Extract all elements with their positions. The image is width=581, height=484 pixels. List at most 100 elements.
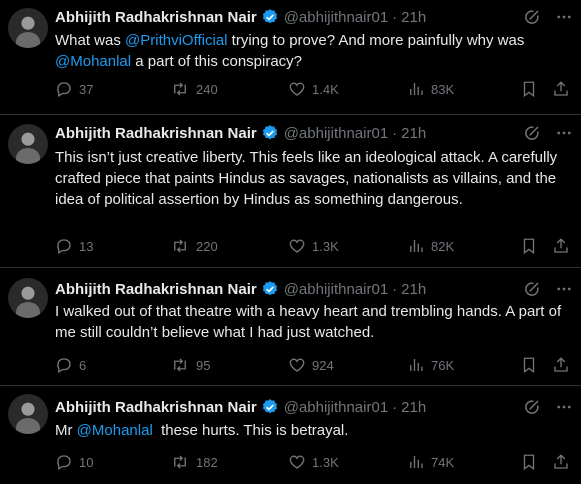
author-handle[interactable]: @abhijithnair01	[284, 125, 388, 142]
repost-count: 182	[196, 454, 218, 470]
timestamp[interactable]: 21h	[401, 281, 426, 298]
reply-button[interactable]: 6	[55, 356, 86, 374]
tweet-header: Abhijith Radhakrishnan Nair @abhijithnai…	[55, 279, 426, 299]
views-button[interactable]: 74K	[407, 453, 454, 471]
reply-count: 10	[79, 454, 94, 470]
avatar[interactable]	[8, 124, 48, 164]
timestamp[interactable]: 21h	[401, 125, 426, 142]
views-button[interactable]: 76K	[407, 356, 454, 374]
avatar[interactable]	[8, 8, 48, 48]
repost-count: 220	[196, 238, 218, 254]
share-icon[interactable]	[552, 356, 570, 374]
tweet-text: This isn’t just creative liberty. This f…	[55, 149, 558, 208]
repost-button[interactable]: 95	[170, 356, 210, 374]
like-button[interactable]: 1.3K	[288, 453, 339, 471]
text-segment: trying to prove? And more painfully why …	[227, 32, 525, 49]
view-count: 74K	[431, 454, 455, 470]
text-segment: a part of this conspiracy?	[131, 53, 303, 70]
timestamp[interactable]: 21h	[401, 9, 426, 26]
avatar[interactable]	[8, 278, 48, 318]
like-count: 1.3K	[312, 238, 339, 254]
heart-icon	[289, 358, 305, 372]
views-button[interactable]: 83K	[407, 80, 454, 98]
text-segment: these hurts. This is betrayal.	[152, 422, 349, 439]
more-icon[interactable]	[555, 124, 573, 142]
action-bar: 6 95 924 76K	[55, 356, 573, 376]
reply-button[interactable]: 13	[55, 237, 93, 255]
repost-icon	[174, 358, 186, 372]
share-icon[interactable]	[552, 453, 570, 471]
bookmark-icon[interactable]	[520, 80, 538, 98]
verified-badge-icon	[262, 281, 277, 296]
verified-badge-icon	[262, 125, 277, 140]
separator-dot: ·	[392, 8, 398, 26]
like-button[interactable]: 1.3K	[288, 237, 339, 255]
grok-icon[interactable]	[523, 124, 541, 142]
tweet-header: Abhijith Radhakrishnan Nair @abhijithnai…	[55, 123, 426, 143]
like-button[interactable]: 1.4K	[288, 80, 339, 98]
reply-button[interactable]: 37	[55, 80, 93, 98]
reply-count: 6	[79, 357, 87, 373]
repost-icon	[174, 455, 186, 469]
author-name[interactable]: Abhijith Radhakrishnan Nair	[55, 281, 257, 298]
reply-count: 13	[79, 238, 94, 254]
more-icon[interactable]	[555, 280, 573, 298]
views-icon	[410, 240, 423, 252]
mention-link[interactable]: @PrithviOfficial	[125, 32, 227, 49]
reply-count: 37	[79, 81, 94, 97]
reply-icon	[57, 82, 71, 97]
views-icon	[410, 83, 423, 95]
text-segment: Mr	[55, 422, 77, 439]
like-count: 924	[312, 357, 334, 373]
tweet[interactable]: Abhijith Radhakrishnan Nair @abhijithnai…	[0, 268, 581, 386]
author-name[interactable]: Abhijith Radhakrishnan Nair	[55, 399, 257, 416]
grok-icon[interactable]	[523, 280, 541, 298]
author-handle[interactable]: @abhijithnair01	[284, 281, 388, 298]
tweet[interactable]: Abhijith Radhakrishnan Nair @abhijithnai…	[0, 386, 581, 484]
share-icon[interactable]	[552, 80, 570, 98]
avatar[interactable]	[8, 394, 48, 434]
action-bar: 37 240 1.4K 83K	[55, 80, 573, 100]
action-bar: 13 220 1.3K 82K	[55, 237, 573, 257]
views-icon	[410, 456, 423, 468]
tweet[interactable]: Abhijith Radhakrishnan Nair @abhijithnai…	[0, 115, 581, 268]
bookmark-icon[interactable]	[520, 356, 538, 374]
bookmark-icon[interactable]	[520, 453, 538, 471]
separator-dot: ·	[392, 124, 398, 142]
heart-icon	[289, 455, 305, 469]
more-icon[interactable]	[555, 8, 573, 26]
author-name[interactable]: Abhijith Radhakrishnan Nair	[55, 9, 257, 26]
author-handle[interactable]: @abhijithnair01	[284, 399, 388, 416]
like-button[interactable]: 924	[288, 356, 334, 374]
more-icon[interactable]	[555, 398, 573, 416]
view-count: 83K	[431, 81, 455, 97]
separator-dot: ·	[392, 398, 398, 416]
author-name[interactable]: Abhijith Radhakrishnan Nair	[55, 125, 257, 142]
author-handle[interactable]: @abhijithnair01	[284, 9, 388, 26]
verified-badge-icon	[262, 399, 277, 414]
tweet[interactable]: Abhijith Radhakrishnan Nair @abhijithnai…	[0, 0, 581, 115]
share-icon[interactable]	[552, 237, 570, 255]
repost-icon	[174, 239, 186, 253]
repost-button[interactable]: 240	[170, 80, 218, 98]
grok-icon[interactable]	[523, 8, 541, 26]
top-actions	[523, 280, 573, 298]
reply-icon	[57, 239, 71, 254]
tweet-text: What was @PrithviOfficial trying to prov…	[55, 30, 571, 72]
grok-icon[interactable]	[523, 398, 541, 416]
reply-button[interactable]: 10	[55, 453, 93, 471]
mention-link[interactable]: @Mohanlal	[77, 422, 153, 439]
repost-count: 95	[196, 357, 211, 373]
repost-icon	[174, 82, 186, 96]
separator-dot: ·	[392, 280, 398, 298]
bookmark-icon[interactable]	[520, 237, 538, 255]
tweet-header: Abhijith Radhakrishnan Nair @abhijithnai…	[55, 7, 426, 27]
mention-link[interactable]: @Mohanlal	[55, 53, 131, 70]
tweet-thread: Abhijith Radhakrishnan Nair @abhijithnai…	[0, 0, 581, 484]
views-button[interactable]: 82K	[407, 237, 454, 255]
like-count: 1.4K	[312, 81, 339, 97]
timestamp[interactable]: 21h	[401, 399, 426, 416]
action-bar: 10 182 1.3K 74K	[55, 453, 573, 473]
repost-button[interactable]: 220	[170, 237, 218, 255]
repost-button[interactable]: 182	[170, 453, 218, 471]
